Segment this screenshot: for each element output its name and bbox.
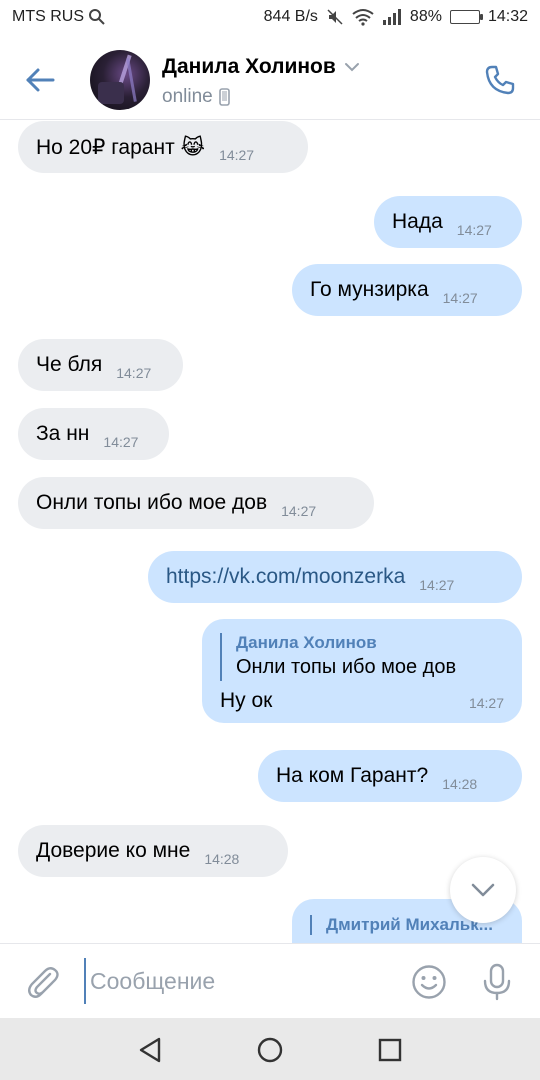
message-time: 14:27	[103, 434, 139, 450]
message-time: 14:27	[456, 222, 492, 238]
contact-name-row[interactable]: Данила Холинов	[162, 55, 360, 79]
paperclip-icon	[28, 967, 59, 998]
message-link[interactable]: https://vk.com/moonzerka	[166, 565, 405, 589]
message-list[interactable]: Но 20₽ гарант 😹 14:27 Нада 14:27 Го мунз…	[0, 121, 540, 943]
message-text: Ну ок	[220, 689, 273, 712]
contact-avatar[interactable]	[90, 50, 150, 110]
message-input[interactable]	[84, 958, 384, 1004]
signal-icon	[382, 9, 402, 25]
battery-icon	[449, 10, 483, 24]
message-text: За нн	[36, 422, 90, 445]
nav-back-button[interactable]	[132, 1032, 168, 1068]
message-time: 14:28	[204, 851, 240, 867]
message-composer	[0, 943, 540, 1018]
chevron-down-icon	[344, 63, 359, 72]
circle-home-icon	[257, 1037, 283, 1063]
message-text: Но 20₽ гарант 😹	[36, 135, 206, 159]
message-bubble[interactable]: https://vk.com/moonzerka 14:27	[148, 551, 522, 603]
reply-quote[interactable]: Данила Холинов Онли топы ибо мое дов	[220, 633, 504, 681]
battery-percent: 88%	[409, 8, 442, 25]
chat-header: Данила Холинов online	[0, 36, 540, 120]
message-text: На ком Гарант?	[276, 764, 429, 787]
message-time: 14:27	[219, 147, 255, 163]
emoji-button[interactable]	[408, 961, 450, 1003]
message-bubble[interactable]: Доверие ко мне 14:28	[18, 825, 288, 877]
network-speed: 844 B/s	[263, 8, 318, 25]
attach-button[interactable]	[22, 961, 64, 1003]
chevron-down-icon	[471, 883, 495, 897]
search-icon	[88, 8, 106, 26]
square-recents-icon	[378, 1038, 402, 1062]
message-text: Онли топы ибо мое дов	[36, 491, 268, 514]
message-text: Доверие ко мне	[36, 839, 191, 862]
back-button[interactable]	[20, 60, 60, 100]
message-text: Нада	[392, 210, 443, 233]
scroll-down-button[interactable]	[450, 857, 516, 923]
message-bubble[interactable]: За нн 14:27	[18, 408, 169, 460]
message-time: 14:27	[281, 503, 317, 519]
message-bubble[interactable]: На ком Гарант? 14:28	[258, 750, 522, 802]
message-bubble[interactable]: Го мунзирка 14:27	[292, 264, 522, 316]
message-bubble[interactable]: Но 20₽ гарант 😹 14:27	[18, 121, 308, 173]
message-time: 14:27	[419, 577, 455, 593]
message-time: 14:28	[442, 776, 478, 792]
arrow-left-icon	[26, 68, 55, 92]
mute-icon	[326, 8, 344, 26]
message-text: Го мунзирка	[310, 278, 429, 301]
reply-quote-text: Онли топы ибо мое дов	[236, 656, 457, 678]
contact-name: Данила Холинов	[162, 55, 336, 78]
voice-message-button[interactable]	[476, 961, 518, 1003]
contact-status: online	[162, 86, 213, 107]
nav-recents-button[interactable]	[372, 1032, 408, 1068]
message-time: 14:27	[442, 290, 478, 306]
wifi-icon	[352, 8, 374, 26]
status-bar: MTS RUS 844 B/s 88% 14:32	[0, 0, 540, 36]
message-time: 14:27	[468, 695, 504, 711]
phone-icon	[485, 65, 515, 95]
message-bubble[interactable]: Че бля 14:27	[18, 339, 183, 391]
clock: 14:32	[487, 8, 528, 25]
carrier-label: MTS RUS	[12, 8, 84, 25]
message-text: Че бля	[36, 353, 103, 376]
triangle-back-icon	[139, 1037, 161, 1063]
reply-message-bubble[interactable]: Данила Холинов Онли топы ибо мое дов Ну …	[202, 619, 522, 723]
smile-icon	[412, 965, 446, 999]
microphone-icon	[483, 963, 511, 1001]
nav-home-button[interactable]	[252, 1032, 288, 1068]
message-bubble[interactable]: Онли топы ибо мое дов 14:27	[18, 477, 374, 529]
call-button[interactable]	[480, 60, 520, 100]
message-time: 14:27	[116, 365, 152, 381]
message-bubble[interactable]: Нада 14:27	[374, 196, 522, 248]
contact-status-row: online	[162, 86, 230, 108]
mobile-device-icon	[218, 88, 230, 106]
reply-author: Данила Холинов	[236, 633, 377, 652]
system-nav-bar	[0, 1018, 540, 1080]
